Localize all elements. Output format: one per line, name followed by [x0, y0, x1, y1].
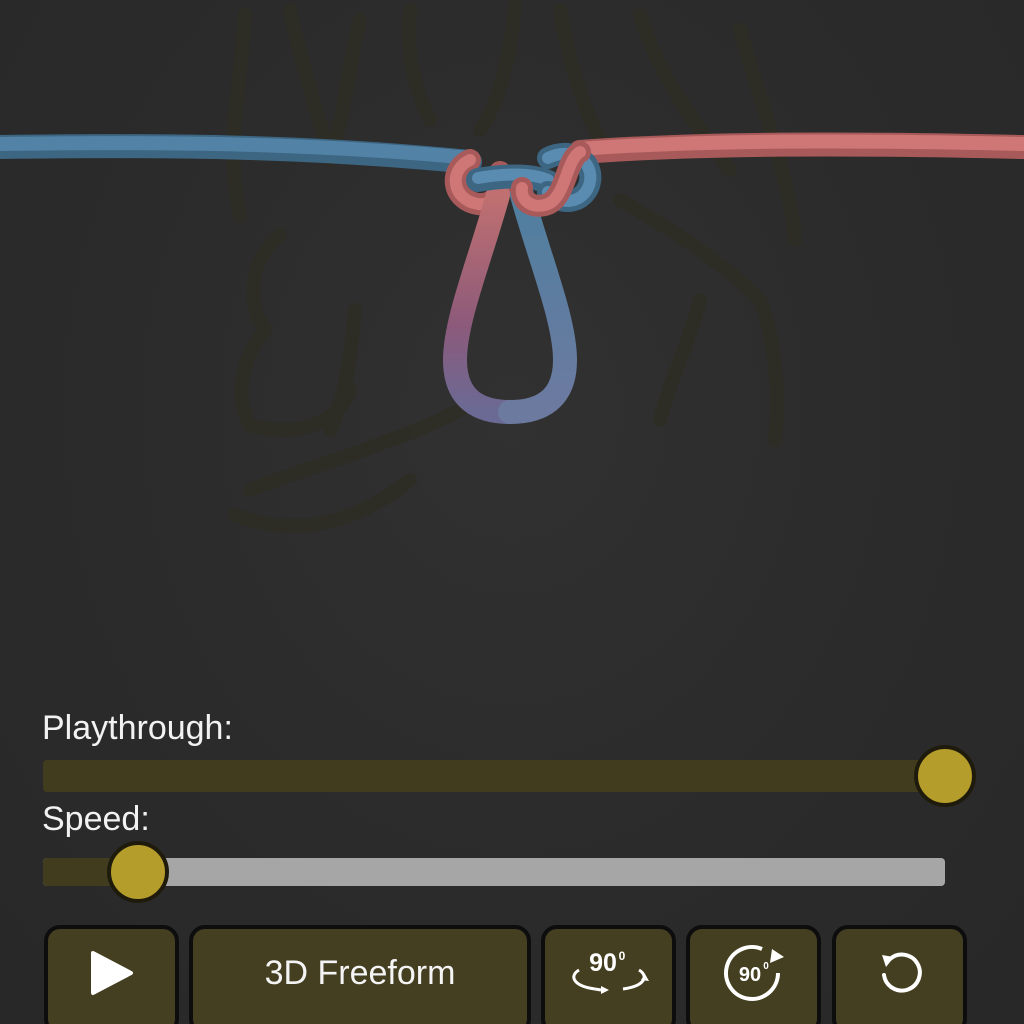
background-sketch — [226, 0, 802, 533]
mode-3d-freeform-button[interactable]: 3D Freeform — [189, 925, 531, 1024]
playthrough-slider-fill — [43, 760, 945, 792]
rotate-vertical-button[interactable]: 90 0 — [686, 925, 821, 1024]
play-icon — [90, 951, 133, 995]
play-button[interactable] — [44, 925, 179, 1024]
reset-icon — [881, 952, 922, 993]
rotate-horizontal-button[interactable]: 90 0 — [541, 925, 676, 1024]
rope-red-end — [568, 132, 1024, 164]
mode-button-label: 3D Freeform — [264, 953, 456, 992]
rotate-horizontal-degree: 0 — [618, 949, 625, 963]
rotate-horizontal-90-icon: 90 0 — [571, 949, 649, 994]
rope-blue-end — [0, 134, 482, 174]
knot-body — [443, 141, 602, 424]
rotate-vertical-degree: 0 — [763, 961, 769, 972]
speed-slider-track[interactable] — [43, 858, 945, 886]
knot-scene — [0, 0, 1024, 533]
speed-slider-thumb[interactable] — [107, 841, 169, 903]
rotate-vertical-90-icon: 90 0 — [723, 945, 784, 1001]
playthrough-label: Playthrough: — [42, 709, 233, 747]
speed-label: Speed: — [42, 800, 150, 838]
rotate-horizontal-number: 90 — [589, 949, 617, 977]
speed-slider[interactable] — [43, 841, 945, 903]
app-screen: Playthrough: Speed: 3D Freeform 90 0 90 … — [0, 0, 1024, 1024]
playthrough-slider[interactable] — [43, 745, 976, 807]
rotate-vertical-number: 90 — [738, 964, 760, 986]
knot-3d-viewport[interactable] — [0, 0, 1024, 700]
playthrough-slider-thumb[interactable] — [914, 745, 976, 807]
reset-button[interactable] — [832, 925, 967, 1024]
